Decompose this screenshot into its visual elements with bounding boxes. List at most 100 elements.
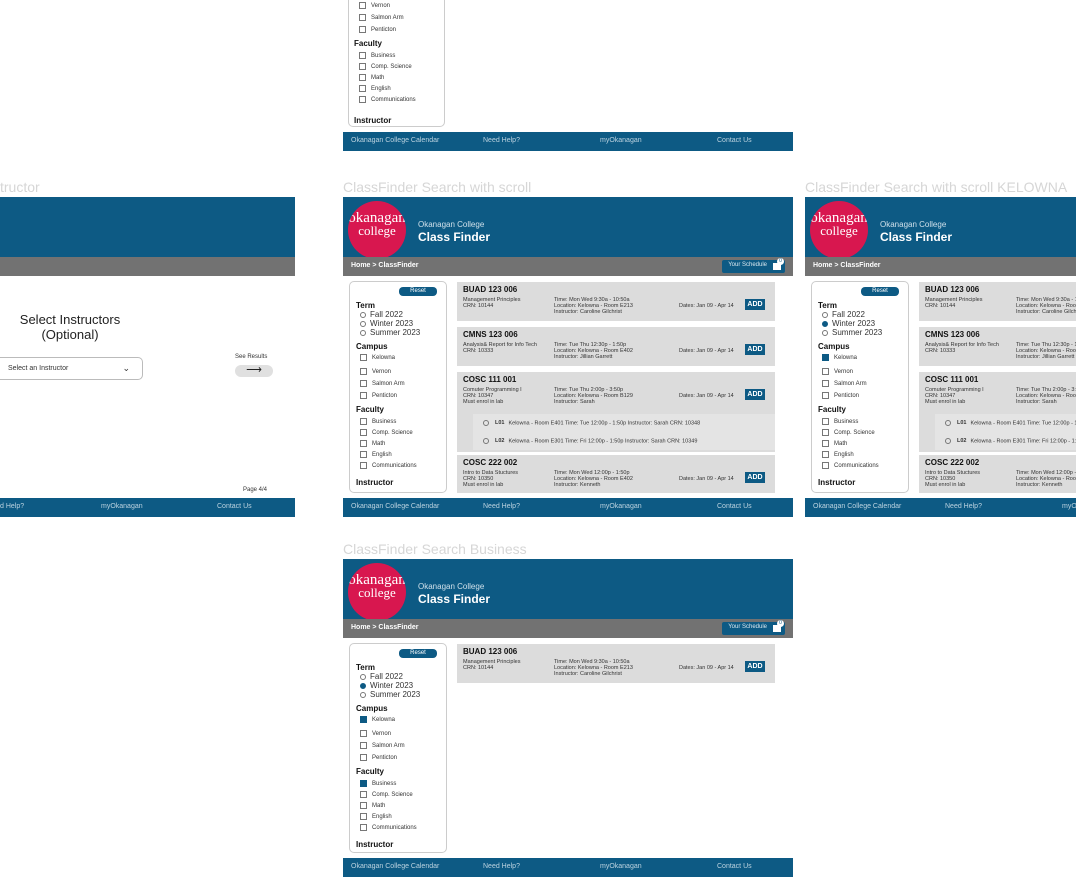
course-card: COSC 222 002 Intro to Data Stuctures CRN… <box>457 455 775 493</box>
faculty-math[interactable]: Math <box>822 440 847 447</box>
add-course-button[interactable]: ADD <box>745 299 765 310</box>
your-schedule-button[interactable]: Your Schedule 0 <box>722 620 785 635</box>
faculty-business[interactable]: Business <box>822 418 858 425</box>
term-winter-2023[interactable]: Winter 2023 <box>360 319 413 328</box>
footer-contact-link[interactable]: Contact Us <box>217 503 252 510</box>
campus-kelowna[interactable]: Kelowna <box>360 716 395 723</box>
header-subtitle: Okanagan College <box>418 220 485 229</box>
footer: Okanagan College Calendar Need Help? myO… <box>343 132 793 151</box>
lab-radio[interactable] <box>483 438 489 444</box>
course-code: BUAD 123 006 <box>463 647 518 656</box>
breadcrumb[interactable]: Home > ClassFinder <box>813 262 881 269</box>
campus-salmon-arm[interactable]: Salmon Arm <box>360 380 405 387</box>
faculty-business[interactable]: Business <box>360 780 396 787</box>
faculty-heading: Faculty <box>356 767 385 776</box>
course-meta: Time: Tue Thu 12:30p - 1:50p Location: K… <box>554 342 633 360</box>
schedule-count-badge: 0 <box>777 620 784 627</box>
lab-radio[interactable] <box>945 438 951 444</box>
instructor-select[interactable]: Select an Instructor ⌄ <box>0 357 143 380</box>
campus-penticton[interactable]: Penticton <box>822 392 859 399</box>
footer-calendar-link[interactable]: Okanagan College Calendar <box>351 863 439 870</box>
footer-help-link[interactable]: d Help? <box>0 503 24 510</box>
campus-penticton[interactable]: Penticton <box>360 392 397 399</box>
add-course-button[interactable]: ADD <box>745 344 765 355</box>
campus-kelowna[interactable]: Kelowna <box>822 354 857 361</box>
footer-myokanagan-link[interactable]: myOkanagan <box>600 863 642 870</box>
term-fall-2022[interactable]: Fall 2022 <box>822 310 865 319</box>
campus-penticton[interactable]: Penticton <box>360 754 397 761</box>
course-card: CMNS 123 006 Analysis& Report for Info T… <box>457 327 775 366</box>
your-schedule-button[interactable]: Your Schedule 0 <box>722 258 785 273</box>
course-card: BUAD 123 006 Management Principles CRN: … <box>919 282 1076 321</box>
campus-vernon[interactable]: Vernon <box>360 368 391 375</box>
faculty-comp-science[interactable]: Comp. Science <box>360 791 413 798</box>
reset-button[interactable]: Reset <box>861 287 899 296</box>
breadcrumb-bar <box>0 257 295 276</box>
lab-option[interactable]: L02 Kelowna - Room E301 Time: Fri 12:00p … <box>935 432 1076 450</box>
see-results-button[interactable]: ⟶ <box>235 365 273 377</box>
term-summer-2023[interactable]: Summer 2023 <box>360 690 420 699</box>
term-summer-2023[interactable]: Summer 2023 <box>822 328 882 337</box>
breadcrumb[interactable]: Home > ClassFinder <box>351 624 419 631</box>
faculty-english[interactable]: English <box>360 451 392 458</box>
faculty-communications[interactable]: Communications <box>822 462 879 469</box>
footer-myokanagan-link[interactable]: myOkanagan <box>600 503 642 510</box>
footer-contact-link[interactable]: Contact Us <box>717 503 752 510</box>
lab-option[interactable]: L01 Kelowna - Room E401 Time: Tue 12:00p … <box>473 414 775 432</box>
course-description: Analysis& Report for Info Tech CRN: 1033… <box>463 342 537 354</box>
footer-help-link[interactable]: Need Help? <box>945 503 982 510</box>
footer-help-link[interactable]: Need Help? <box>483 863 520 870</box>
add-course-button[interactable]: ADD <box>745 661 765 672</box>
faculty-communications[interactable]: Communications <box>360 824 417 831</box>
footer-calendar-link[interactable]: Okanagan College Calendar <box>351 503 439 510</box>
footer-myokanagan-link[interactable]: myOkanagan <box>1062 503 1076 510</box>
reset-button[interactable]: Reset <box>399 649 437 658</box>
term-heading: Term <box>356 301 375 310</box>
course-description: Comuter Programming I CRN: 10347 Must en… <box>463 387 522 405</box>
footer-help-link[interactable]: Need Help? <box>483 137 520 144</box>
course-meta: Time: Mon Wed 9:30a - 10:50a Location: K… <box>1016 297 1076 315</box>
reset-button[interactable]: Reset <box>399 287 437 296</box>
course-description: Management Principles CRN: 10144 <box>925 297 983 309</box>
breadcrumb[interactable]: Home > ClassFinder <box>351 262 419 269</box>
faculty-english[interactable]: English <box>822 451 854 458</box>
term-winter-2023[interactable]: Winter 2023 <box>822 319 875 328</box>
campus-vernon[interactable]: Vernon <box>822 368 853 375</box>
footer-calendar-link[interactable]: Okanagan College Calendar <box>351 137 439 144</box>
lab-option[interactable]: L02 Kelowna - Room E301 Time: Fri 12:00p … <box>473 432 775 450</box>
add-course-button[interactable]: ADD <box>745 472 765 483</box>
lab-option[interactable]: L01 Kelowna - Room E401 Time: Tue 12:00p … <box>935 414 1076 432</box>
term-fall-2022[interactable]: Fall 2022 <box>360 310 403 319</box>
faculty-comp-science[interactable]: Comp. Science <box>360 429 413 436</box>
footer-calendar-link[interactable]: Okanagan College Calendar <box>813 503 901 510</box>
faculty-communications[interactable]: Communications <box>360 462 417 469</box>
course-code: COSC 111 001 <box>463 375 517 384</box>
course-dates: Dates: Jan 09 - Apr 14 <box>679 393 734 399</box>
instructor-heading: Instructor <box>818 478 856 487</box>
term-fall-2022[interactable]: Fall 2022 <box>360 672 403 681</box>
frame-label-scroll: ClassFinder Search with scroll <box>343 179 532 195</box>
faculty-math[interactable]: Math <box>360 802 385 809</box>
campus-kelowna[interactable]: Kelowna <box>360 354 395 361</box>
footer-myokanagan-link[interactable]: myOkanagan <box>101 503 143 510</box>
term-summer-2023[interactable]: Summer 2023 <box>360 328 420 337</box>
footer-contact-link[interactable]: Contact Us <box>717 137 752 144</box>
faculty-english[interactable]: English <box>360 813 392 820</box>
footer-help-link[interactable]: Need Help? <box>483 503 520 510</box>
campus-salmon-arm[interactable]: Salmon Arm <box>822 380 867 387</box>
campus-salmon-arm[interactable]: Salmon Arm <box>360 742 405 749</box>
term-winter-2023[interactable]: Winter 2023 <box>360 681 413 690</box>
add-course-button[interactable]: ADD <box>745 389 765 400</box>
lab-radio[interactable] <box>945 420 951 426</box>
footer-contact-link[interactable]: Contact Us <box>717 863 752 870</box>
course-description: Management Principles CRN: 10144 <box>463 297 521 309</box>
faculty-business[interactable]: Business <box>360 418 396 425</box>
course-code: BUAD 123 006 <box>463 285 518 294</box>
campus-vernon[interactable]: Vernon <box>360 730 391 737</box>
faculty-math[interactable]: Math <box>360 440 385 447</box>
footer-myokanagan-link[interactable]: myOkanagan <box>600 137 642 144</box>
lab-radio[interactable] <box>483 420 489 426</box>
instructor-heading: Instructor <box>356 840 394 849</box>
breadcrumb-bar: Home > ClassFinder Your Schedule 0 <box>343 257 793 276</box>
faculty-comp-science[interactable]: Comp. Science <box>822 429 875 436</box>
